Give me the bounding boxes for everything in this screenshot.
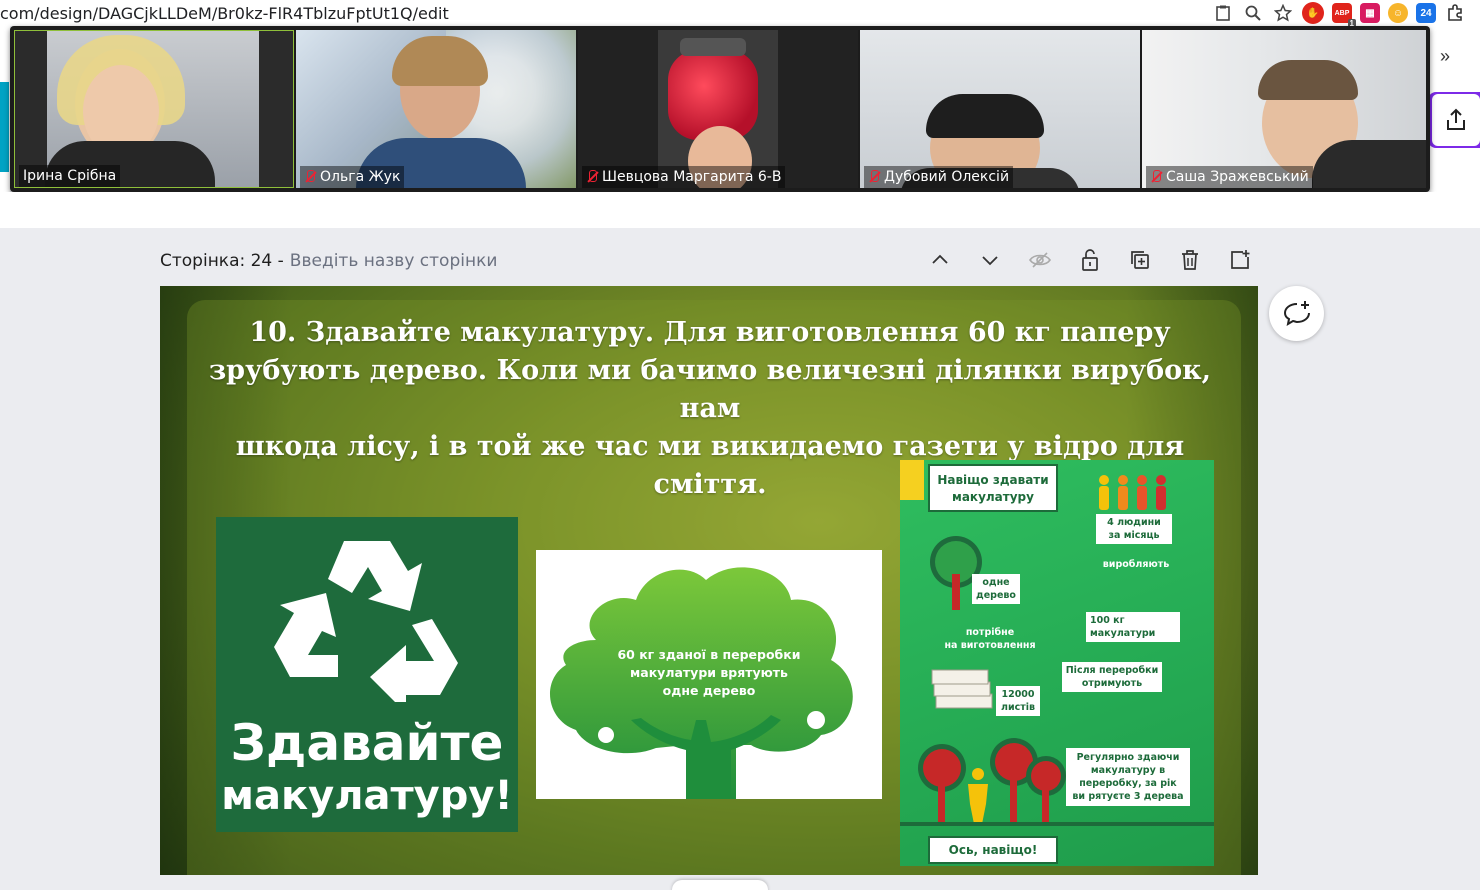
- clipboard-icon[interactable]: [1212, 2, 1234, 24]
- extension-24-icon[interactable]: 24: [1416, 3, 1436, 23]
- participant-name: Шевцова Маргарита 6-В: [582, 166, 786, 188]
- tree-card[interactable]: 60 кг зданої в переробки макулатури врят…: [536, 550, 882, 799]
- move-down-icon[interactable]: [978, 246, 1002, 274]
- muted-mic-icon: [586, 170, 598, 184]
- participant-name: Ольга Жук: [300, 166, 405, 188]
- extensions-puzzle-icon[interactable]: [1444, 2, 1466, 24]
- video-tile-4[interactable]: Дубовий Олексій: [860, 30, 1140, 188]
- sheets-label: 12000 листів: [996, 686, 1040, 716]
- page-number-label: Сторінка: 24 -: [160, 251, 284, 271]
- one-tree-label: одне дерево: [972, 574, 1020, 604]
- add-page-icon[interactable]: [1228, 246, 1252, 274]
- slide-canvas[interactable]: 10. Здавайте макулатуру. Для виготовленн…: [160, 286, 1258, 875]
- zoom-icon[interactable]: [1242, 2, 1264, 24]
- scroll-handle[interactable]: [672, 880, 768, 890]
- infographic-title: Навіщо здавати макулатуру: [928, 464, 1058, 512]
- url-text[interactable]: com/design/DAGCjkLLDeM/Br0kz-FlR4TblzuFp…: [0, 4, 449, 23]
- left-panel-tab[interactable]: [0, 82, 9, 172]
- hide-eye-icon[interactable]: [1028, 246, 1052, 274]
- video-tile-5[interactable]: Саша Зражевський: [1142, 30, 1426, 188]
- people-label: 4 людини за місяць: [1096, 514, 1172, 544]
- video-call-strip: Ірина Срібна Ольга Жук Шевцова Маргарита…: [10, 26, 1430, 192]
- abp-extension-icon[interactable]: ABP 1: [1332, 3, 1356, 28]
- browser-address-bar[interactable]: com/design/DAGCjkLLDeM/Br0kz-FlR4TblzuFp…: [0, 0, 1480, 28]
- recycle-subtitle: макулатуру!: [221, 773, 513, 819]
- more-chevron-icon[interactable]: »: [1440, 46, 1450, 67]
- trees-and-child-icon: [918, 738, 1066, 824]
- recycling-infographic[interactable]: Навіщо здавати макулатуру 4 людини за міс…: [900, 460, 1214, 866]
- extension-circle-icon[interactable]: ☺: [1388, 3, 1408, 23]
- bottom-caption: Ось, навіщо!: [928, 836, 1058, 864]
- browser-toolbar-icons: ✋ ABP 1 ▦ ☺ 24: [1212, 0, 1480, 28]
- video-tile-3[interactable]: Шевцова Маргарита 6-В: [578, 30, 858, 188]
- bookmark-star-icon[interactable]: [1272, 2, 1294, 24]
- participant-name: Ірина Срібна: [19, 165, 121, 187]
- produce-label: виробляють: [1102, 559, 1170, 570]
- recycle-title: Здавайте: [230, 714, 504, 772]
- adblock-hand-icon[interactable]: ✋: [1302, 2, 1324, 24]
- participant-name: Дубовий Олексій: [864, 166, 1014, 188]
- regular-recycling-label: Регулярно здаючи макулатуру в переробку, з…: [1066, 748, 1190, 806]
- infographic-logo: [900, 460, 924, 500]
- comment-plus-icon: [1283, 300, 1310, 326]
- share-button[interactable]: [1428, 92, 1480, 148]
- people-icon: [1099, 475, 1166, 510]
- video-tile-2[interactable]: Ольга Жук: [296, 30, 576, 188]
- editor-top-band: [0, 192, 1480, 228]
- muted-mic-icon: [1150, 170, 1162, 184]
- share-icon: [1432, 94, 1480, 146]
- page-header: Сторінка: 24 - Введіть назву сторінки: [160, 248, 497, 274]
- paper-stack-icon: [931, 669, 993, 709]
- page-toolbar: [928, 246, 1252, 274]
- lock-icon[interactable]: [1078, 246, 1102, 274]
- muted-mic-icon: [304, 170, 316, 184]
- move-up-icon[interactable]: [928, 246, 952, 274]
- tree-caption: 60 кг зданої в переробки макулатури врят…: [617, 647, 801, 698]
- video-tile-1[interactable]: Ірина Срібна: [14, 30, 294, 188]
- muted-mic-icon: [868, 170, 880, 184]
- extension-grid-icon[interactable]: ▦: [1360, 3, 1380, 23]
- duplicate-icon[interactable]: [1128, 246, 1152, 274]
- add-comment-button[interactable]: [1269, 286, 1324, 341]
- needed-label: потрібне на виготовлення: [944, 627, 1036, 651]
- participant-name: Саша Зражевський: [1146, 166, 1313, 188]
- after-processing-label: Після переробки отримують: [1062, 662, 1162, 692]
- page-title-input[interactable]: Введіть назву сторінки: [290, 251, 498, 271]
- recycle-card[interactable]: Здавайте макулатуру!: [216, 517, 518, 832]
- kg-label: 100 кг макулатури: [1086, 612, 1180, 642]
- recycle-icon: [274, 541, 458, 702]
- trash-icon[interactable]: [1178, 246, 1202, 274]
